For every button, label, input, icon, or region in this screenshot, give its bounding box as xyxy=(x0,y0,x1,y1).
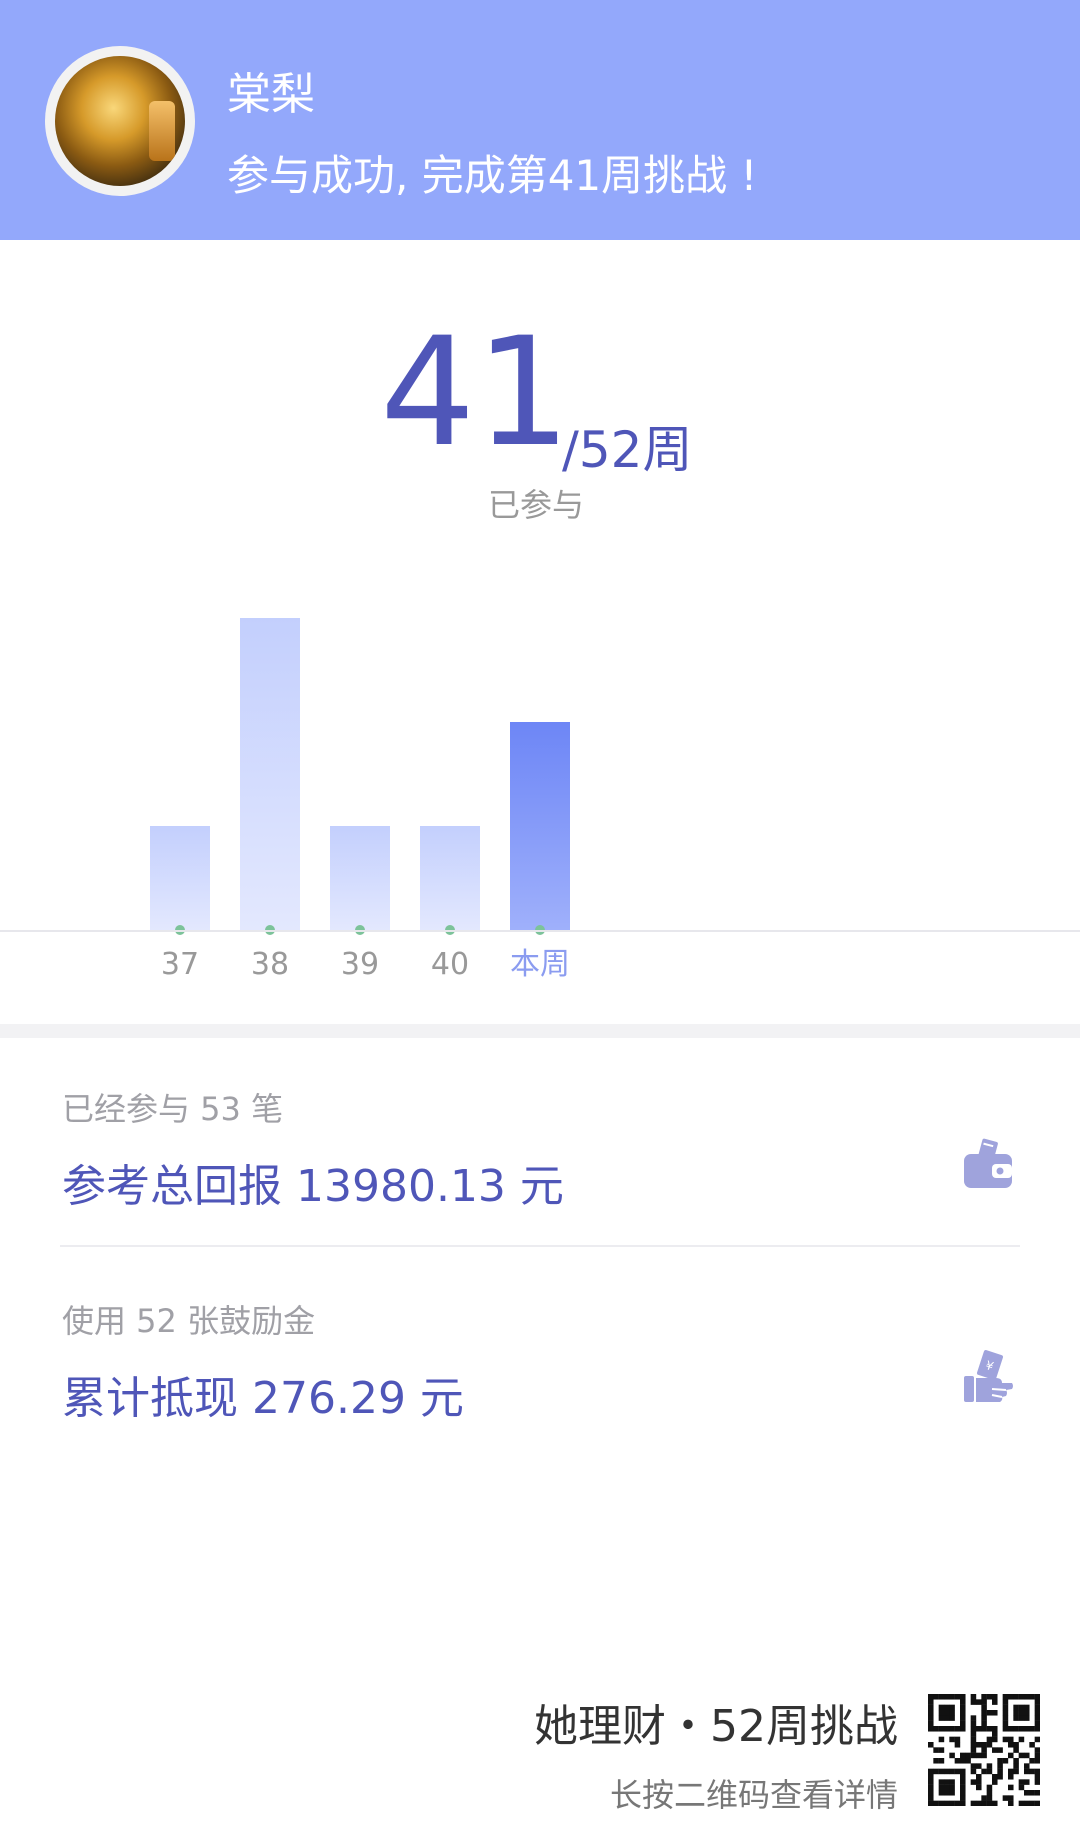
avatar-image xyxy=(55,56,185,186)
avatar xyxy=(45,46,195,196)
total-weeks-suffix: /52周 xyxy=(562,421,693,479)
tick-label: 38 xyxy=(251,947,289,982)
brand-title: 她理财・52周挑战 xyxy=(534,1701,898,1752)
participation-count-label: 已经参与 53 笔 xyxy=(62,1090,284,1128)
chart-baseline xyxy=(0,930,1080,932)
tick-label: 本周 xyxy=(510,947,570,982)
cash-deduction-value: 累计抵现 276.29 元 xyxy=(62,1373,464,1424)
wallet-icon xyxy=(964,1138,1012,1188)
voucher-usage-label: 使用 52 张鼓励金 xyxy=(62,1302,316,1340)
cash-in-hand-icon: ¥ xyxy=(964,1350,1013,1402)
tick-label: 39 xyxy=(341,947,379,982)
share-header: 棠梨 参与成功, 完成第41周挑战 ! xyxy=(0,0,1080,240)
row-divider xyxy=(60,1245,1020,1247)
section-divider xyxy=(0,1024,1080,1038)
total-return-value: 参考总回报 13980.13 元 xyxy=(62,1161,564,1212)
tick-label: 37 xyxy=(161,947,199,982)
bar-current-week xyxy=(510,722,570,930)
bar-week-40 xyxy=(420,826,480,930)
bar-week-39 xyxy=(330,826,390,930)
qr-hint: 长按二维码查看详情 xyxy=(609,1776,898,1814)
qr-code-icon[interactable] xyxy=(928,1694,1040,1806)
bar-week-38 xyxy=(240,618,300,930)
bar-week-37 xyxy=(150,826,210,930)
participated-weeks-count: 41 xyxy=(380,306,571,480)
participated-label: 已参与 xyxy=(488,486,585,524)
user-name: 棠梨 xyxy=(227,69,315,120)
tick-label: 40 xyxy=(431,947,469,982)
success-message: 参与成功, 完成第41周挑战 ! xyxy=(227,151,758,200)
